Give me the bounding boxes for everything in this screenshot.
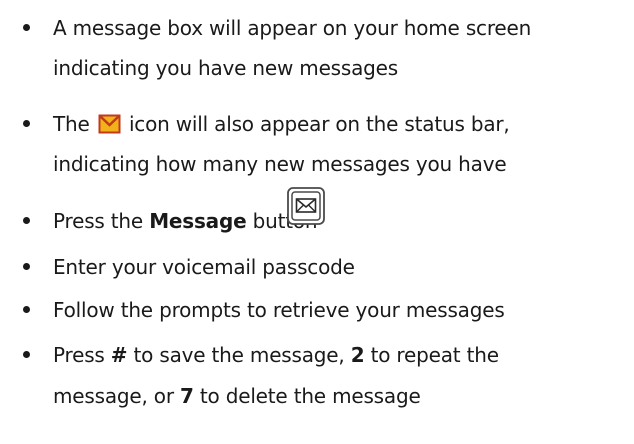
list-item-text: The icon will also appear on the status … xyxy=(53,114,510,134)
text-part: message, or xyxy=(53,384,181,408)
list-item-text: Press the Message button xyxy=(53,209,318,233)
list-item-text: message, or 7 to delete the message xyxy=(53,386,421,406)
bullet xyxy=(23,263,30,270)
envelope-icon xyxy=(98,114,121,134)
key-2: 2 xyxy=(350,343,365,367)
text-suffix: icon will also appear on the status bar, xyxy=(128,112,510,136)
text-part: to delete the message xyxy=(193,384,421,408)
bullet xyxy=(23,120,30,127)
message-keyword: Message xyxy=(149,209,247,233)
text-part: to repeat the xyxy=(364,343,499,367)
list-item-text: Press # to save the message, 2 to repeat… xyxy=(53,345,499,365)
instruction-list: A message box will appear on your home s… xyxy=(0,0,634,444)
list-item-text: A message box will appear on your home s… xyxy=(53,16,532,40)
bullet xyxy=(23,306,30,313)
list-item-text: Enter your voicemail passcode xyxy=(53,255,355,279)
list-item-text: Follow the prompts to retrieve your mess… xyxy=(53,298,505,322)
bullet xyxy=(23,24,30,31)
bullet xyxy=(23,351,30,358)
key-7: 7 xyxy=(180,384,194,408)
key-hash: # xyxy=(110,343,128,367)
text-part: to save the message, xyxy=(127,343,351,367)
text-part: Press xyxy=(53,343,111,367)
text-prefix: The xyxy=(53,112,90,136)
message-button-icon xyxy=(287,187,325,225)
bullet xyxy=(23,217,30,224)
text-prefix: Press the xyxy=(53,209,150,233)
list-item-text: indicating how many new messages you hav… xyxy=(53,152,507,176)
list-item-text: indicating you have new messages xyxy=(53,56,398,80)
